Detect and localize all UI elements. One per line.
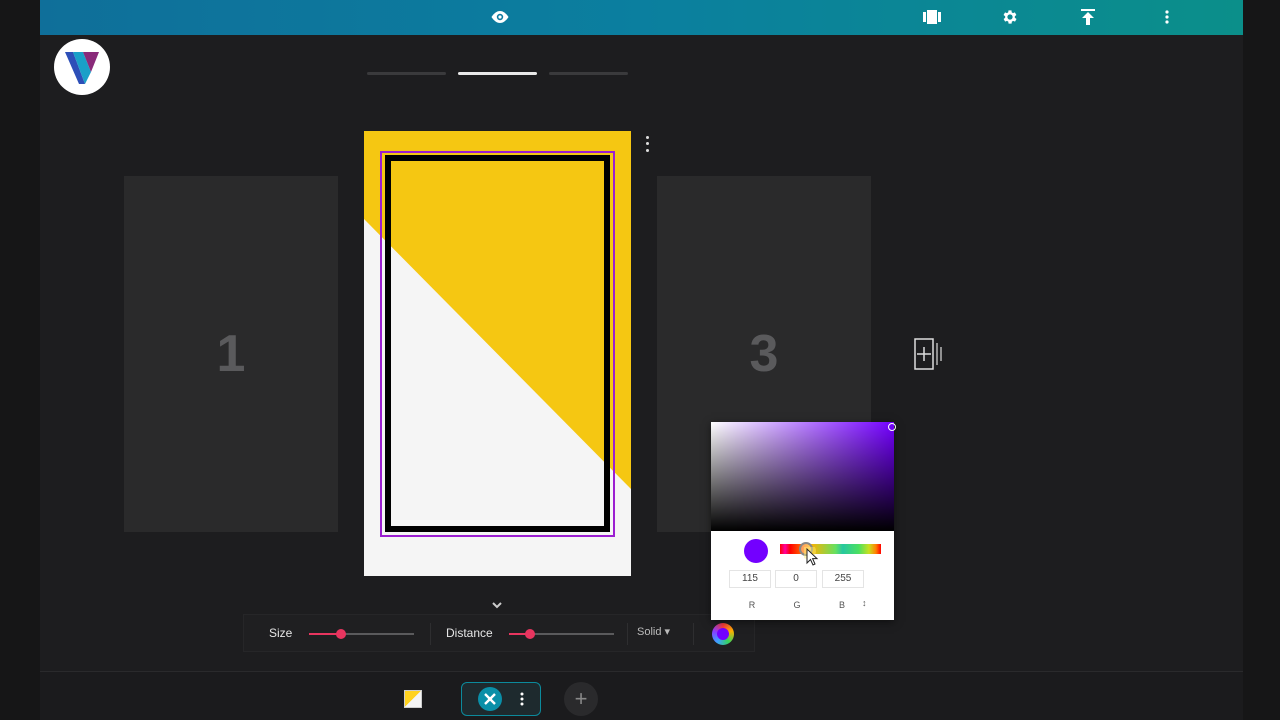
distance-label: Distance: [446, 626, 493, 640]
slide-number: 3: [749, 325, 779, 383]
eye-icon: [491, 11, 509, 23]
red-label: R: [748, 600, 756, 610]
slide-options-button[interactable]: [640, 134, 654, 154]
app-logo[interactable]: [54, 39, 110, 95]
more-vertical-icon: [1165, 10, 1169, 24]
saturation-handle[interactable]: [888, 423, 896, 431]
red-input[interactable]: 115: [729, 570, 771, 588]
slide-artwork: [364, 131, 631, 576]
add-tool-button[interactable]: +: [564, 682, 598, 716]
size-slider[interactable]: [309, 629, 414, 639]
dot: [645, 142, 649, 146]
mouse-cursor-icon: [804, 547, 819, 566]
add-slide-icon: [914, 338, 942, 370]
app-root: 1 3 Size Distance Solid ▾ 115 0 255 R G …: [0, 0, 1280, 720]
dot: [645, 135, 649, 139]
color-picker-popup: 115 0 255 R G B ↕: [711, 422, 896, 620]
distance-slider-knob[interactable]: [525, 629, 535, 639]
blue-label: B: [838, 600, 845, 610]
collapse-toolbar-button[interactable]: [488, 598, 506, 612]
current-color-swatch: [744, 539, 768, 563]
more-vertical-icon[interactable]: [520, 692, 524, 706]
slide-progress-1[interactable]: [367, 72, 446, 75]
publish-button[interactable]: [1073, 3, 1103, 31]
saturation-value-area[interactable]: [711, 422, 894, 531]
size-label: Size: [269, 626, 293, 640]
dot: [645, 149, 649, 153]
slide-progress-3[interactable]: [549, 72, 628, 75]
background-tab[interactable]: [398, 682, 428, 716]
preview-button[interactable]: [485, 3, 515, 31]
border-style-value: Solid: [637, 626, 662, 638]
slide-card-1[interactable]: 1: [124, 176, 338, 532]
logo-icon: [65, 52, 99, 84]
border-color-button[interactable]: [712, 623, 734, 645]
letterbox-left: [0, 0, 40, 720]
settings-button[interactable]: [995, 3, 1025, 31]
gear-icon: [1003, 10, 1017, 24]
green-label: G: [793, 600, 801, 610]
border-tool-tab[interactable]: [461, 682, 541, 716]
bottom-bar: +: [40, 671, 1243, 720]
slide-number: 1: [216, 325, 246, 383]
upload-icon: [1081, 9, 1095, 25]
divider: [693, 623, 694, 645]
divider: [430, 623, 431, 645]
slides-view-button[interactable]: [917, 3, 947, 31]
active-slide-canvas[interactable]: [364, 131, 631, 576]
background-thumbnail-icon: [404, 690, 422, 708]
border-toolbar: Size Distance Solid ▾: [243, 614, 755, 652]
blue-input[interactable]: 255: [822, 570, 864, 588]
tools-icon: [478, 687, 502, 711]
chevron-down-icon: [492, 602, 502, 609]
green-input[interactable]: 0: [775, 570, 817, 588]
hue-slider[interactable]: [780, 544, 881, 554]
distance-slider[interactable]: [509, 629, 614, 639]
letterbox-right: [1243, 0, 1280, 720]
slides-icon: [923, 10, 941, 24]
color-mode-toggle[interactable]: ↕: [862, 598, 872, 610]
top-bar: [40, 0, 1243, 35]
divider: [627, 623, 628, 645]
slide-progress-2[interactable]: [458, 72, 537, 75]
size-slider-knob[interactable]: [335, 629, 346, 639]
more-options-button[interactable]: [1152, 3, 1182, 31]
caret-down-icon: ▾: [664, 626, 671, 638]
border-style-dropdown[interactable]: Solid ▾: [637, 625, 670, 638]
add-slide-button[interactable]: [914, 338, 944, 370]
plus-icon: +: [574, 686, 588, 711]
